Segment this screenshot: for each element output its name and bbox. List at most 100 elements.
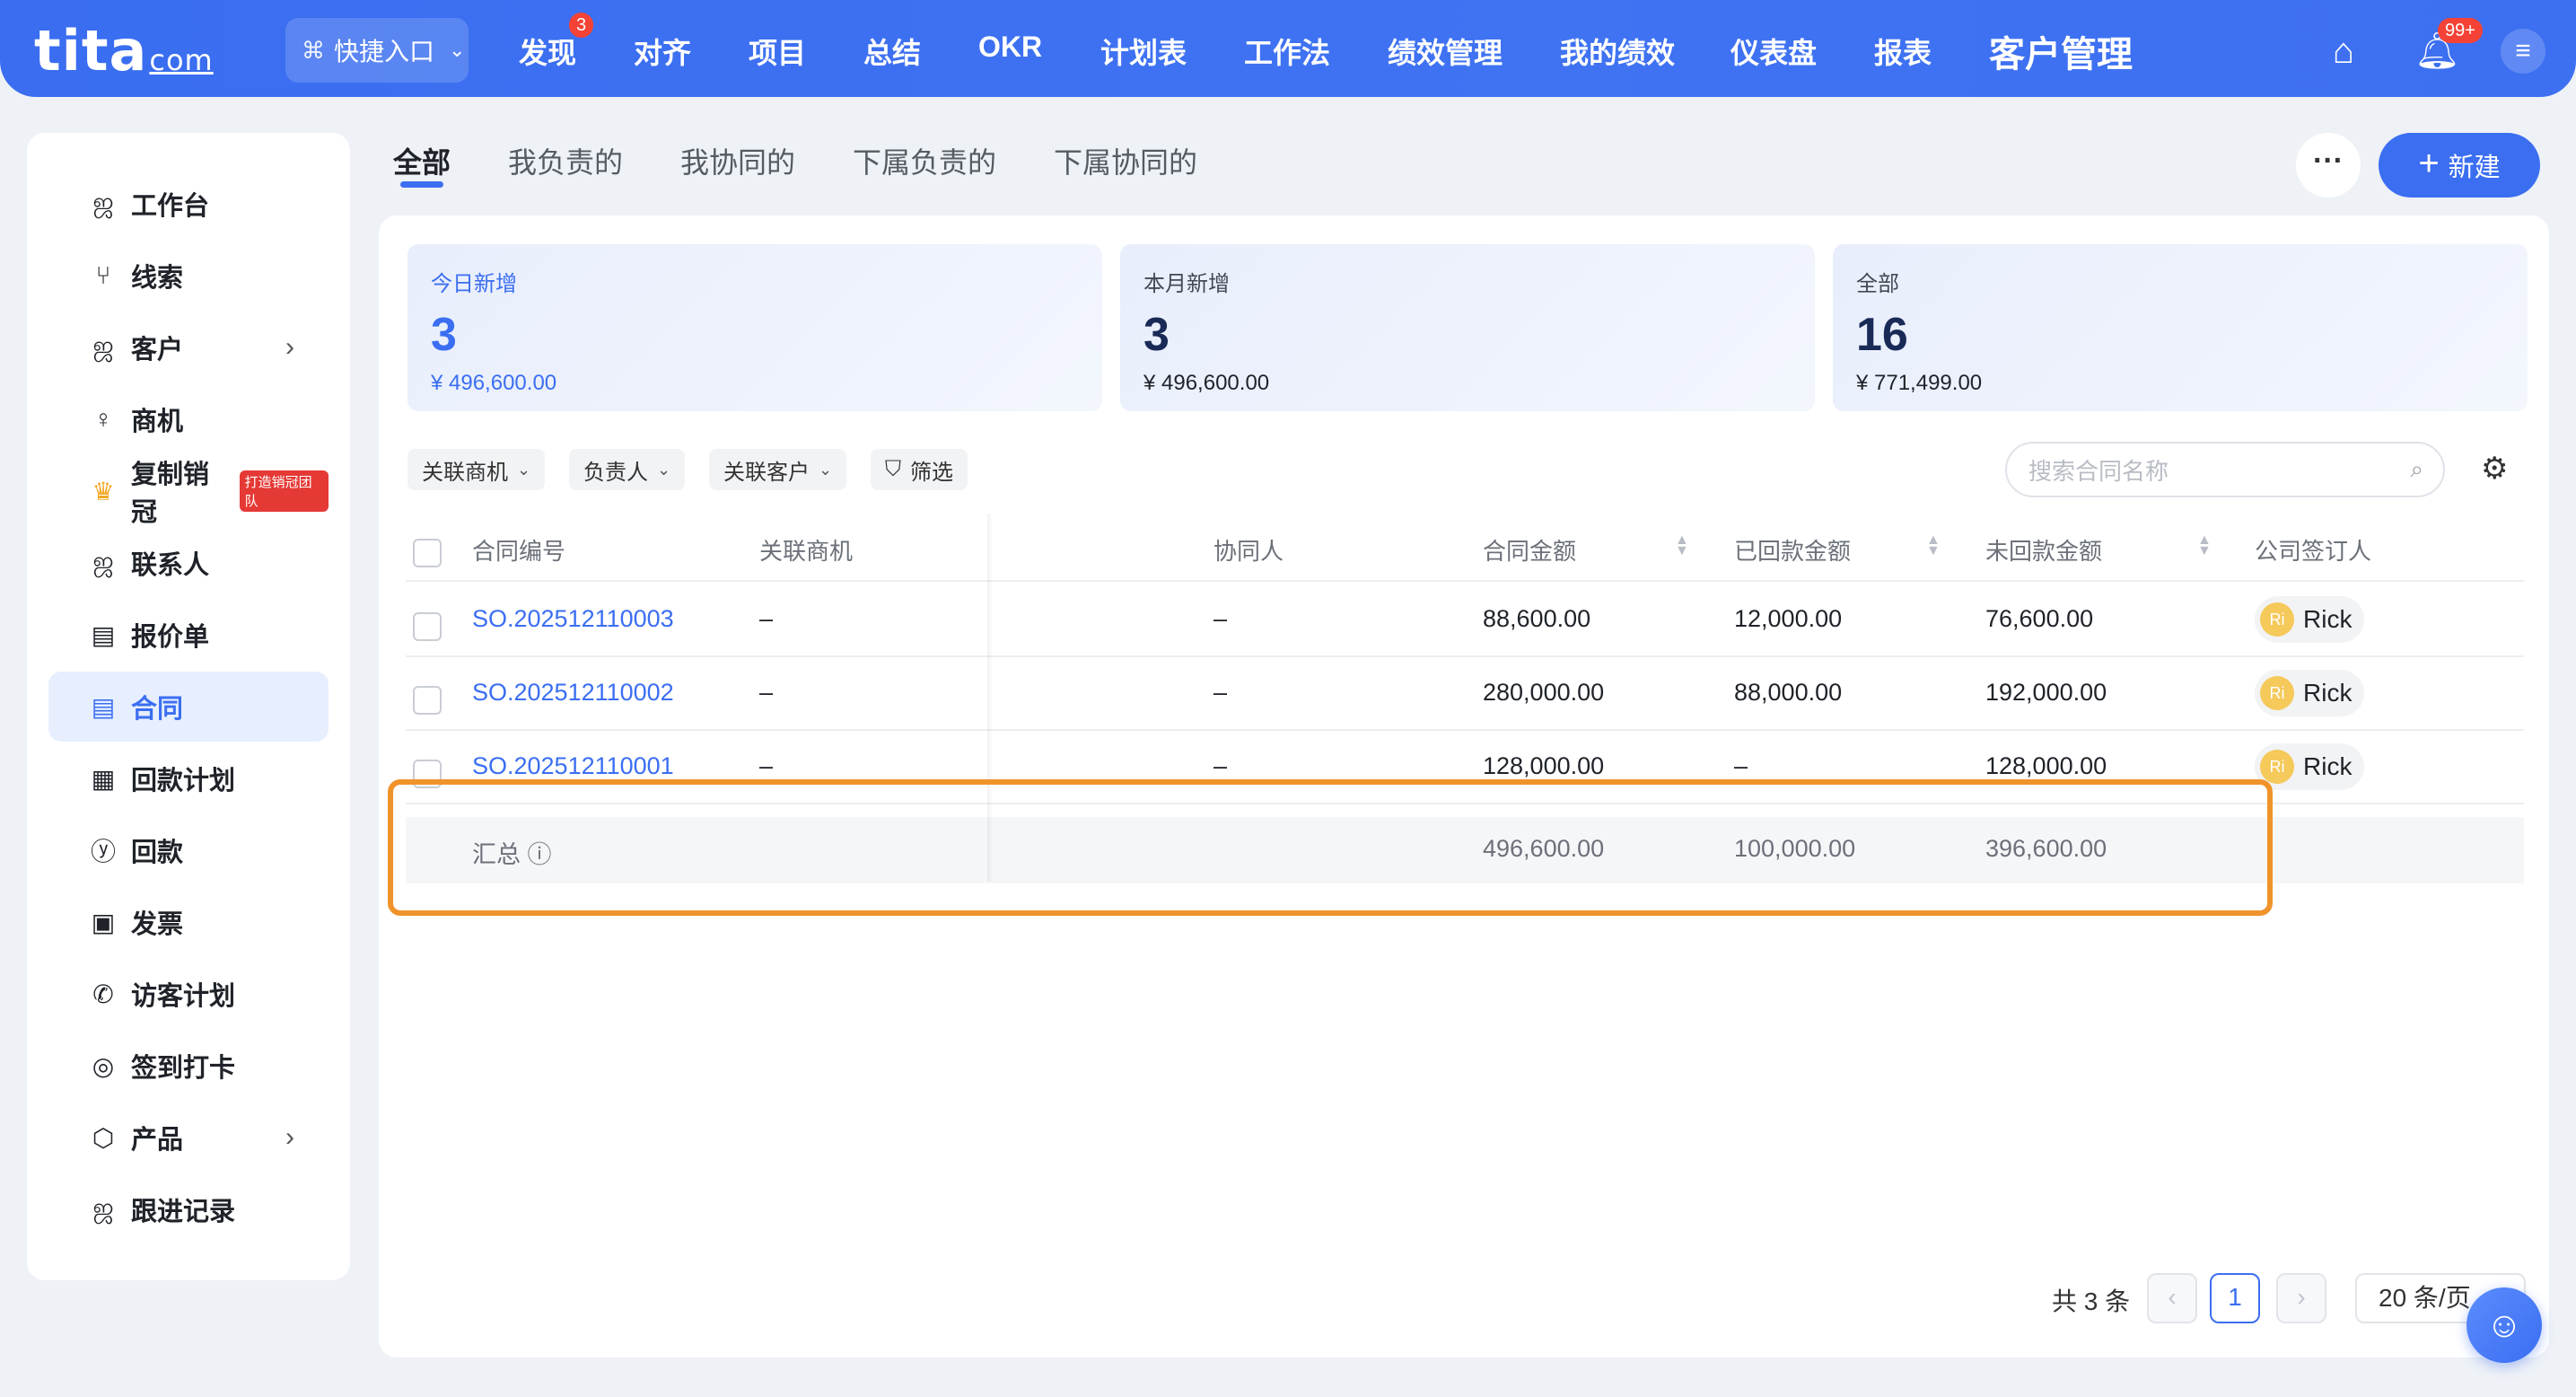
- search-input[interactable]: 搜索合同名称 ⌕: [2005, 442, 2445, 497]
- sidebar-item-opportunities[interactable]: ♀ 商机: [48, 384, 329, 454]
- sidebar-item-check-in[interactable]: ◎ 签到打卡: [48, 1031, 329, 1101]
- tab-subordinate-owned[interactable]: 下属负责的: [853, 140, 996, 181]
- filter-opportunity[interactable]: 关联商机 ⌄: [407, 449, 546, 490]
- nav-project[interactable]: 项目: [749, 31, 806, 72]
- row-checkbox[interactable]: [413, 686, 442, 715]
- avatar: Ri: [2260, 676, 2294, 710]
- nav-align[interactable]: 对齐: [634, 31, 691, 72]
- cell-paid: 88,000.00: [1734, 679, 1843, 706]
- new-button[interactable]: + 新建: [2379, 133, 2540, 198]
- customer-service-icon[interactable]: ☺: [2466, 1287, 2542, 1363]
- settings-icon[interactable]: ⚙: [2481, 451, 2508, 487]
- row-checkbox[interactable]: [413, 612, 442, 641]
- header-contract-no[interactable]: 合同编号: [472, 533, 565, 567]
- cell-amount: 280,000.00: [1483, 679, 1605, 706]
- nav-performance[interactable]: 绩效管理: [1388, 31, 1503, 72]
- quick-entry-button[interactable]: ⌘ 快捷入口 ⌄: [285, 18, 469, 83]
- prev-page-button[interactable]: ‹: [2147, 1273, 2197, 1323]
- tab-collaborating[interactable]: 我协同的: [680, 140, 795, 181]
- signer-chip[interactable]: Ri Rick: [2255, 743, 2365, 790]
- tab-mine[interactable]: 我负责的: [508, 140, 623, 181]
- header-signer[interactable]: 公司签订人: [2255, 533, 2371, 567]
- next-page-button[interactable]: ›: [2276, 1273, 2326, 1323]
- sort-icon[interactable]: ▲ ▼: [1675, 533, 1689, 558]
- cell-collaborator: –: [1214, 679, 1228, 706]
- signer-chip[interactable]: Ri Rick: [2255, 670, 2365, 716]
- header-unpaid[interactable]: 未回款金额: [1985, 533, 2102, 567]
- cell-unpaid: 76,600.00: [1985, 605, 2094, 632]
- signer-chip[interactable]: Ri Rick: [2255, 596, 2365, 643]
- sidebar-item-contacts[interactable]: ஜ 联系人: [48, 528, 329, 598]
- phone-icon: ✆: [92, 980, 114, 1008]
- grid-icon: ⌘: [302, 36, 325, 64]
- filter-customer[interactable]: 关联客户 ⌄: [709, 449, 847, 490]
- tab-subordinate-collab[interactable]: 下属协同的: [1054, 140, 1197, 181]
- table-row[interactable]: SO.202512110002 – – 280,000.00 88,000.00…: [406, 657, 2524, 731]
- lead-icon: ⑂: [95, 261, 111, 289]
- people-icon: ஜ: [92, 547, 114, 575]
- table-row[interactable]: SO.202512110003 – – 88,600.00 12,000.00 …: [406, 584, 2524, 657]
- sidebar-item-payments[interactable]: ⓨ 回款: [48, 815, 329, 885]
- nav-method[interactable]: 工作法: [1244, 31, 1330, 72]
- page-number-button[interactable]: 1: [2210, 1273, 2260, 1323]
- sidebar-item-products[interactable]: ⬡ 产品 ›: [48, 1103, 329, 1173]
- sidebar-item-payment-plan[interactable]: ▦ 回款计划: [48, 743, 329, 813]
- cell-opportunity: –: [759, 679, 774, 706]
- contract-no-link[interactable]: SO.202512110003: [472, 605, 674, 633]
- table-header: 合同编号 关联商机 协同人 合同金额 ▲ ▼ 已回款金额 ▲ ▼ 未回款金额 ▲ ▼ …: [406, 514, 2524, 582]
- contract-no-link[interactable]: SO.202512110002: [472, 679, 674, 707]
- filter-advanced[interactable]: ⛉ 筛选: [871, 449, 968, 490]
- nav-dashboard[interactable]: 仪表盘: [1730, 31, 1817, 72]
- plus-icon: +: [2418, 143, 2440, 183]
- sort-icon[interactable]: ▲ ▼: [1926, 533, 1941, 558]
- cell-collaborator: –: [1214, 752, 1228, 779]
- nav-plan[interactable]: 计划表: [1100, 31, 1187, 72]
- header-collaborator[interactable]: 协同人: [1214, 533, 1284, 567]
- stat-card-today[interactable]: 今日新增 3 ¥ 496,600.00: [407, 244, 1102, 411]
- avatar: Ri: [2260, 750, 2294, 784]
- avatar: Ri: [2260, 602, 2294, 637]
- bulb-icon: ♀: [93, 405, 113, 433]
- tab-all[interactable]: 全部: [393, 140, 451, 181]
- sidebar-item-leads[interactable]: ⑂ 线索: [48, 241, 329, 311]
- header-paid[interactable]: 已回款金额: [1734, 533, 1851, 567]
- nav-crm[interactable]: 客户管理: [1989, 25, 2133, 77]
- sidebar-item-invoices[interactable]: ▣ 发票: [48, 887, 329, 957]
- cell-unpaid: 128,000.00: [1985, 752, 2107, 779]
- home-icon[interactable]: ⌂: [2321, 29, 2366, 74]
- filter-owner[interactable]: 负责人 ⌄: [569, 449, 686, 490]
- header-amount[interactable]: 合同金额: [1483, 533, 1576, 567]
- menu-icon[interactable]: ≡: [2501, 29, 2545, 74]
- bell-icon[interactable]: 🔔︎ 99+: [2414, 18, 2483, 74]
- nav-my-performance[interactable]: 我的绩效: [1560, 31, 1675, 72]
- select-all-checkbox[interactable]: [413, 539, 442, 567]
- summary-highlight-box: [388, 779, 2273, 916]
- more-button[interactable]: ···: [2296, 133, 2361, 198]
- cell-paid: –: [1734, 752, 1748, 779]
- cell-opportunity: –: [759, 752, 774, 779]
- chevron-down-icon: ⌄: [517, 460, 531, 479]
- crown-icon: ♛: [92, 477, 115, 505]
- header-opportunity[interactable]: 关联商机: [759, 533, 853, 567]
- invoice-icon: ▣: [91, 908, 116, 936]
- nav-report[interactable]: 报表: [1874, 31, 1932, 72]
- sort-icon[interactable]: ▲ ▼: [2197, 533, 2212, 558]
- people-icon: ஜ: [92, 1193, 114, 1221]
- sidebar-item-workbench[interactable]: ஜ 工作台: [48, 169, 329, 239]
- nav-discover[interactable]: 发现 3: [519, 13, 594, 72]
- nav-okr[interactable]: OKR: [978, 31, 1042, 64]
- sidebar-item-quotes[interactable]: ▤ 报价单: [48, 600, 329, 670]
- stat-card-all[interactable]: 全部 16 ¥ 771,499.00: [1833, 244, 2528, 411]
- stat-label: 本月新增: [1143, 272, 1230, 296]
- logo[interactable]: titacom: [34, 18, 214, 83]
- contract-no-link[interactable]: SO.202512110001: [472, 752, 674, 780]
- nav-summary[interactable]: 总结: [863, 31, 921, 72]
- chevron-down-icon: ⌄: [819, 460, 833, 479]
- sidebar-item-visit-plan[interactable]: ✆ 访客计划: [48, 959, 329, 1029]
- sidebar-item-follow-up[interactable]: ஜ 跟进记录: [48, 1174, 329, 1244]
- notification-badge: 99+: [2438, 18, 2483, 43]
- sidebar-item-copy-champion[interactable]: ♛ 复制销冠 打造销冠团队: [48, 456, 329, 527]
- stat-card-month[interactable]: 本月新增 3 ¥ 496,600.00: [1120, 244, 1815, 411]
- sidebar-item-customers[interactable]: ஜ 客户 ›: [48, 312, 329, 382]
- sidebar-item-contracts[interactable]: ▤ 合同: [48, 672, 329, 742]
